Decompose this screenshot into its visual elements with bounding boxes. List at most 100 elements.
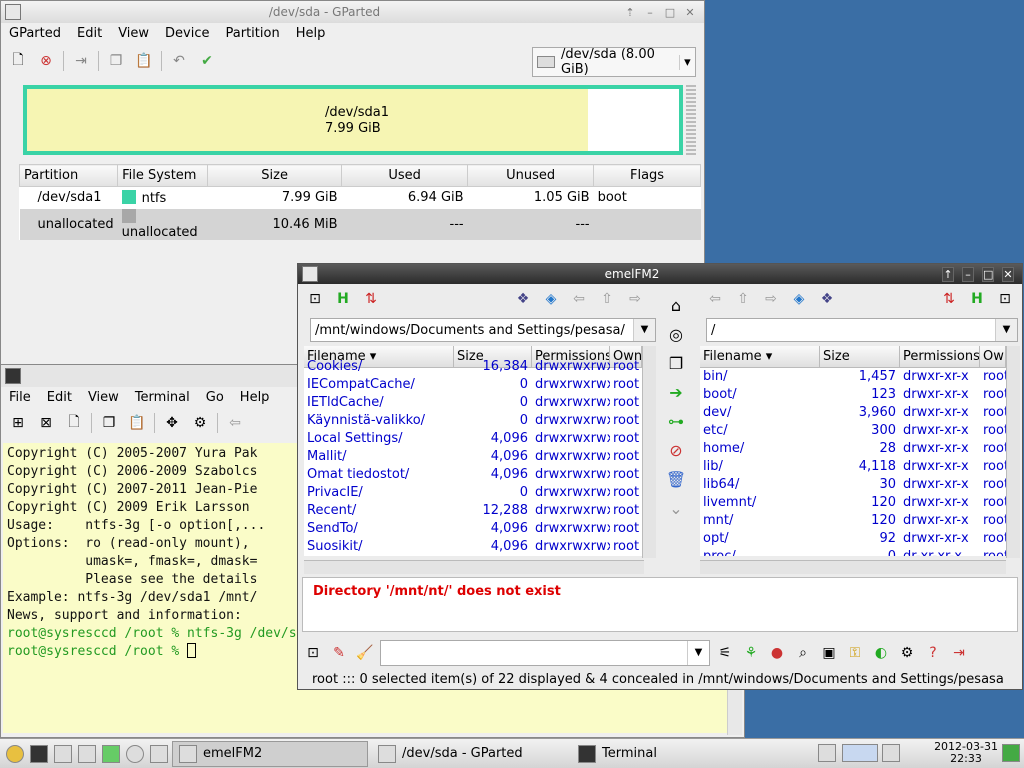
bookmarks-icon[interactable]: ❖ [512,288,534,310]
shade-icon[interactable]: ↑ [942,266,954,282]
right-vscroll[interactable] [1006,346,1020,558]
editor-launcher-icon[interactable] [78,744,96,763]
col-unused[interactable]: Unused [467,164,595,187]
close-tab-icon[interactable]: ⊠ [35,412,57,434]
close-icon[interactable]: ✕ [1002,266,1014,282]
toggle-output-icon[interactable]: ⊡ [302,642,324,664]
partition-map-scroll[interactable] [686,85,696,155]
col-permissions[interactable]: Permissions [900,346,980,368]
paste-icon[interactable]: 📋 [126,412,148,434]
copy-icon[interactable]: ❐ [98,412,120,434]
back-icon[interactable]: ⇦ [568,288,590,310]
hidden-files-icon[interactable]: H [966,288,988,310]
menu-partition[interactable]: Partition [218,26,288,41]
table-row[interactable]: unallocated unallocated 10.46 MiB --- --… [19,208,701,240]
notes-icon[interactable]: ✎ [328,642,350,664]
menu-view[interactable]: View [80,390,127,405]
left-file-list[interactable]: Filename ▾ Size Permissions Own Cookies/… [304,346,642,556]
toggle-pane-icon[interactable]: ⊡ [304,288,326,310]
cdrom-icon[interactable]: ◎ [669,325,683,344]
command-input[interactable]: ▼ [380,640,710,666]
trash-icon[interactable]: ⊘ [669,441,682,460]
up-icon[interactable]: ⇧ [596,288,618,310]
undo-icon[interactable]: ↶ [168,50,190,72]
list-item[interactable]: Local Settings/4,096 drwxrwxrwx root [304,430,642,448]
menu-terminal[interactable]: Terminal [127,390,198,405]
table-row[interactable]: /dev/sda1 ntfs 7.99 GiB 6.94 GiB 1.05 Gi… [20,187,701,209]
list-item[interactable]: Mallit/4,096 drwxrwxrwx root [304,448,642,466]
close-icon[interactable]: ✕ [684,6,696,19]
new-window-icon[interactable]: 🗋 [63,412,85,434]
list-item[interactable]: proc/0dr-xr-xr-xroot [700,548,1006,556]
search-icon[interactable]: ⌕ [792,642,814,664]
list-item[interactable]: IECompatCache/0 drwxrwxrwx root [304,376,642,394]
refresh-icon[interactable]: ◈ [540,288,562,310]
col-flags[interactable]: Flags [593,164,701,187]
clock[interactable]: 2012-03-31 22:33 [934,741,998,765]
start-menu-icon[interactable] [6,744,24,763]
mount-icon[interactable]: ◐ [870,642,892,664]
terminal-launcher-icon[interactable] [30,744,48,763]
left-path-input[interactable]: /mnt/windows/Documents and Settings/pesa… [310,318,656,342]
list-item[interactable]: boot/123 drwxr-xr-x root [700,386,1006,404]
collapse-icon[interactable]: ⌄ [669,499,682,518]
list-item[interactable]: PrivacIE/0 drwxrwxrwx root [304,484,642,502]
col-used[interactable]: Used [341,164,469,187]
up-icon[interactable]: ⇧ [732,288,754,310]
col-size[interactable]: Size [820,346,900,368]
bookmarks-icon[interactable]: ❖ [816,288,838,310]
resize-move-icon[interactable]: ⇥ [70,50,92,72]
delete-icon[interactable]: 🗑 [666,470,686,489]
shade-icon[interactable]: ⇡ [624,6,636,19]
list-item[interactable]: bin/1,457 drwxr-xr-x root [700,368,1006,386]
left-hscroll[interactable] [304,560,644,574]
help-icon[interactable]: ? [922,642,944,664]
forward-icon[interactable]: ⇨ [760,288,782,310]
filemanager-launcher-icon[interactable] [150,744,168,763]
sort-icon[interactable]: ⇅ [938,288,960,310]
network-icon[interactable] [818,744,836,762]
gparted-titlebar[interactable]: /dev/sda - GParted ⇡ – □ ✕ [1,1,704,23]
paste-icon[interactable]: 📋 [133,50,155,72]
left-vscroll[interactable] [642,346,656,558]
delete-partition-icon[interactable]: ⊗ [35,50,57,72]
move-icon[interactable]: ➔ [669,383,682,402]
workspace-switcher-icon[interactable] [842,744,878,762]
device-selector[interactable]: /dev/sda (8.00 GiB) ▾ [532,47,696,77]
col-partition[interactable]: Partition [18,164,119,187]
sort-icon[interactable]: ⇅ [360,288,382,310]
menu-help[interactable]: Help [232,390,278,405]
maximize-icon[interactable]: □ [982,266,994,282]
task-gparted[interactable]: /dev/sda - GParted [372,741,568,767]
toggle-pane-icon[interactable]: ⊡ [994,288,1016,310]
home-icon[interactable]: ⌂ [671,296,681,315]
maximize-icon[interactable]: □ [664,6,676,19]
task-emelfm2[interactable]: emelFM2 [172,740,368,767]
app-launcher-icon[interactable] [102,744,120,763]
col-filesystem[interactable]: File System [117,164,209,187]
color-icon[interactable]: ● [766,642,788,664]
chevron-down-icon[interactable]: ▼ [687,641,709,665]
menu-edit[interactable]: Edit [39,390,80,405]
run-icon[interactable]: ⚘ [740,642,762,664]
menu-file[interactable]: File [1,390,39,405]
list-item[interactable]: Recent/12,288 drwxrwxrwx root [304,502,642,520]
clear-icon[interactable]: 🧹 [354,642,376,664]
copy-icon[interactable]: ❐ [105,50,127,72]
col-size[interactable]: Size [207,164,343,187]
menu-view[interactable]: View [110,26,157,41]
new-partition-icon[interactable]: 🗋 [7,50,29,72]
settings-launcher-icon[interactable] [54,744,72,763]
copy-icon[interactable]: ❐ [669,354,683,373]
list-item[interactable]: SendTo/4,096 drwxrwxrwx root [304,520,642,538]
list-item[interactable]: lib/4,118 drwxr-xr-x root [700,458,1006,476]
right-hscroll[interactable] [700,560,1006,574]
menu-go[interactable]: Go [198,390,232,405]
list-item[interactable]: livemnt/120 drwxr-xr-x root [700,494,1006,512]
back-icon[interactable]: ⇦ [224,412,246,434]
tree-icon[interactable]: ⊶ [668,412,684,431]
list-item[interactable]: IETldCache/0 drwxrwxrwx root [304,394,642,412]
output-pane[interactable]: Directory '/mnt/nt/' does not exist [302,577,1018,632]
chevron-down-icon[interactable]: ▼ [633,319,655,341]
list-item[interactable]: etc/300 drwxr-xr-x root [700,422,1006,440]
